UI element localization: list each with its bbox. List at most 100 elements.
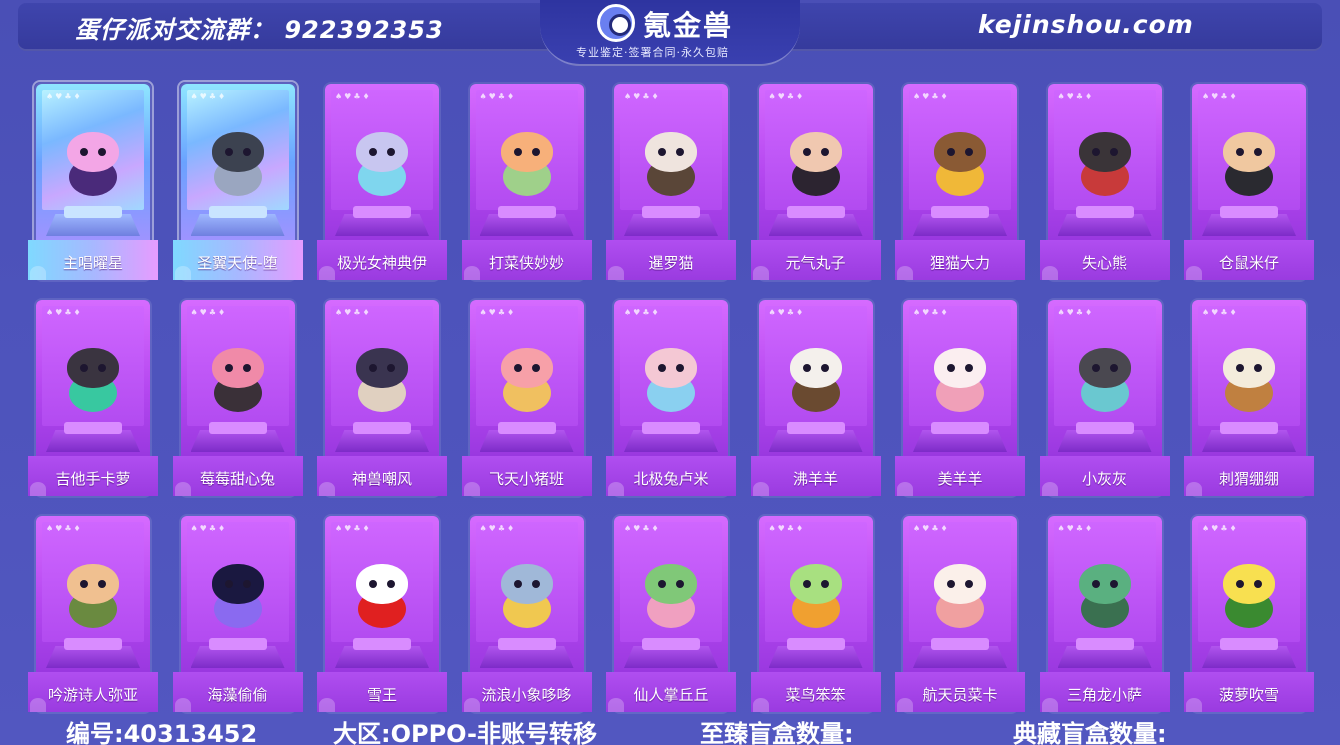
item-card[interactable]: ♠♥♣♦ 元气丸子 — [750, 80, 881, 280]
logo-name: 氪金兽 — [643, 9, 734, 42]
card-suits: ♠♥♣♦ — [335, 92, 372, 101]
figure-eye — [965, 580, 973, 588]
item-name: 主唱曜星 — [62, 254, 123, 272]
item-card[interactable]: ♠♥♣♦ 小灰灰 — [1039, 296, 1170, 496]
item-card[interactable]: ♠♥♣♦ 菜鸟笨笨 — [750, 512, 881, 712]
pedestal-top — [353, 638, 411, 650]
item-card[interactable]: ♠♥♣♦ 失心熊 — [1039, 80, 1170, 280]
item-card[interactable]: ♠♥♣♦ 莓莓甜心兔 — [172, 296, 303, 496]
item-card[interactable]: ♠♥♣♦ 神兽嘲风 — [317, 296, 447, 496]
figure-eye — [224, 364, 233, 372]
pedestal-top — [1075, 422, 1134, 434]
figure-eye — [98, 364, 106, 372]
character-figure — [497, 562, 557, 632]
figure-eye — [1109, 364, 1118, 372]
item-name: 元气丸子 — [785, 254, 846, 272]
character-figure — [352, 346, 412, 416]
item-card[interactable]: ♠♥♣♦ 雪王 — [317, 512, 447, 712]
figure-eye — [947, 580, 955, 588]
item-card[interactable]: ♠♥♣♦ 仙人掌丘丘 — [606, 512, 736, 712]
figure-eye — [513, 364, 522, 372]
card-suits: ♠♥♣♦ — [1057, 92, 1095, 101]
card-suits: ♠♥♣♦ — [1057, 524, 1095, 533]
item-name: 吟游诗人弥亚 — [47, 686, 138, 704]
item-name: 小灰灰 — [1081, 470, 1127, 488]
figure-eye — [802, 580, 811, 588]
pedestal-top — [64, 422, 122, 434]
figure-eye — [1254, 580, 1262, 588]
pedestal-top — [1220, 422, 1278, 434]
card-suits: ♠♥♣♦ — [46, 524, 83, 533]
card-suits: ♠♥♣♦ — [479, 92, 517, 101]
card-suits: ♠♥♣♦ — [624, 92, 661, 101]
figure-eye — [802, 364, 811, 372]
item-name: 圣翼天使-堕 — [197, 254, 278, 272]
card-suits: ♠♥♣♦ — [190, 308, 228, 317]
character-figure — [1219, 346, 1279, 416]
item-card[interactable]: ♠♥♣♦ 极光女神典伊 — [317, 80, 447, 280]
item-card[interactable]: ♠♥♣♦ 航天员菜卡 — [895, 512, 1025, 712]
card-suits: ♠♥♣♦ — [768, 92, 806, 101]
pedestal-top — [1075, 206, 1134, 218]
item-card[interactable]: ♠♥♣♦ 菠萝吹雪 — [1184, 512, 1314, 712]
item-card[interactable]: ♠♥♣♦ 吉他手卡萝 — [28, 296, 158, 496]
item-card[interactable]: ♠♥♣♦ 飞天小猪班 — [461, 296, 592, 496]
figure-head — [1078, 348, 1131, 388]
pedestal-top — [208, 638, 267, 650]
item-name: 暹罗猫 — [648, 254, 694, 272]
item-card[interactable]: ♠♥♣♦ 北极兔卢米 — [606, 296, 736, 496]
figure-head — [67, 564, 119, 604]
pedestal-top — [1075, 638, 1134, 650]
item-card[interactable]: ♠♥♣♦ 美羊羊 — [895, 296, 1025, 496]
figure-head — [211, 348, 264, 388]
figure-eye — [531, 364, 540, 372]
figure-eye — [965, 148, 973, 156]
card-suits: ♠♥♣♦ — [624, 524, 661, 533]
item-name: 流浪小象哆哆 — [481, 686, 572, 704]
item-name: 菠萝吹雪 — [1218, 686, 1279, 704]
figure-eye — [98, 148, 106, 156]
pedestal-top — [64, 638, 122, 650]
item-card[interactable]: ♠♥♣♦ 狸猫大力 — [895, 80, 1025, 280]
item-card[interactable]: ♠♥♣♦ 仓鼠米仔 — [1184, 80, 1314, 280]
item-card[interactable]: ♠♥♣♦ 打菜侠妙妙 — [461, 80, 592, 280]
character-figure — [1075, 346, 1135, 416]
figure-head — [67, 348, 119, 388]
pedestal-top — [931, 206, 989, 218]
character-figure — [208, 562, 268, 632]
pedestal-top — [642, 422, 700, 434]
pedestal-top — [786, 206, 845, 218]
character-figure — [641, 346, 701, 416]
character-figure — [930, 130, 990, 200]
logo-tagline: 专业鉴定·签署合同·永久包赔 — [576, 46, 729, 59]
item-card[interactable]: ♠♥♣♦ 吟游诗人弥亚 — [28, 512, 158, 712]
character-figure — [1219, 130, 1279, 200]
item-name: 三角龙小萨 — [1066, 686, 1142, 704]
item-name: 刺猬绷绷 — [1218, 470, 1279, 488]
character-figure — [1075, 130, 1135, 200]
item-card[interactable]: ♠♥♣♦ 流浪小象哆哆 — [461, 512, 592, 712]
item-card[interactable]: ♠♥♣♦ 刺猬绷绷 — [1184, 296, 1314, 496]
card-suits: ♠♥♣♦ — [1202, 524, 1239, 533]
card-suits: ♠♥♣♦ — [1057, 308, 1095, 317]
card-suits: ♠♥♣♦ — [479, 308, 517, 317]
pedestal-top — [1220, 638, 1278, 650]
card-suits: ♠♥♣♦ — [768, 308, 806, 317]
character-figure — [786, 562, 846, 632]
figure-eye — [1091, 580, 1100, 588]
pedestal-top — [353, 206, 411, 218]
figure-head — [645, 132, 697, 172]
pedestal-top — [353, 422, 411, 434]
item-card[interactable]: ♠♥♣♦ 三角龙小萨 — [1039, 512, 1170, 712]
figure-eye — [80, 580, 88, 588]
item-card[interactable]: ♠♥♣♦ 暹罗猫 — [606, 80, 736, 280]
item-card[interactable]: ♠♥♣♦ 主唱曜星 — [28, 80, 158, 280]
figure-eye — [676, 148, 684, 156]
character-figure — [497, 346, 557, 416]
item-card[interactable]: ♠♥♣♦ 沸羊羊 — [750, 296, 881, 496]
item-card[interactable]: ♠♥♣♦ 海藻偷偷 — [172, 512, 303, 712]
item-card[interactable]: ♠♥♣♦ 圣翼天使-堕 — [172, 80, 303, 280]
site-url[interactable]: kejinshou.com — [978, 10, 1194, 39]
figure-head — [934, 132, 986, 172]
card-suits: ♠♥♣♦ — [190, 92, 228, 101]
